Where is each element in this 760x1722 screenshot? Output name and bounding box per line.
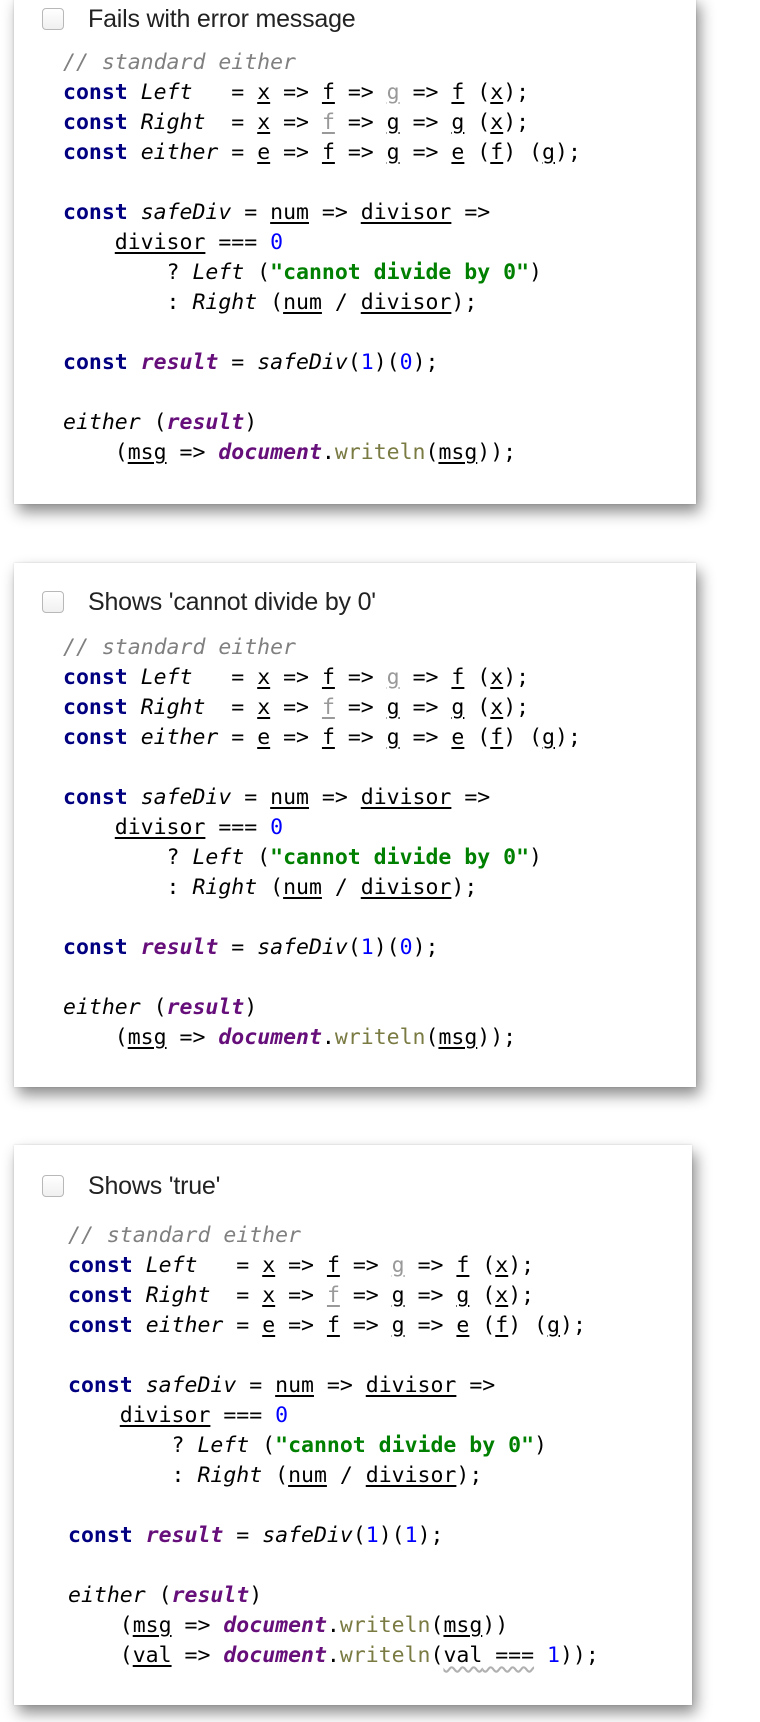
option-1-code-block: // standard either const Left = x => f =>… [63,50,581,465]
answer-option-3[interactable]: Shows 'true' [42,1169,220,1203]
option-3-checkbox[interactable] [42,1175,64,1197]
option-2-label: Shows 'cannot divide by 0' [88,587,376,616]
code-comment: // standard either [63,635,296,660]
answer-option-card-1[interactable]: Fails with error message // standard eit… [14,0,696,504]
answer-option-1[interactable]: Fails with error message [42,2,356,36]
code-comment: // standard either [68,1223,301,1248]
answer-option-card-3[interactable]: Shows 'true' // standard either const Lef… [14,1145,692,1705]
code-comment: // standard either [63,50,296,75]
option-2-checkbox[interactable] [42,591,64,613]
answer-option-2[interactable]: Shows 'cannot divide by 0' [42,585,376,619]
option-2-code-block: // standard either const Left = x => f =>… [63,635,581,1050]
option-3-label: Shows 'true' [88,1171,221,1200]
quiz-options: Fails with error message // standard eit… [0,0,760,1722]
option-1-checkbox[interactable] [42,8,64,30]
answer-option-card-2[interactable]: Shows 'cannot divide by 0' // standard e… [14,563,696,1087]
option-1-label: Fails with error message [88,4,356,33]
option-3-code-block: // standard either const Left = x => f =>… [68,1223,599,1668]
